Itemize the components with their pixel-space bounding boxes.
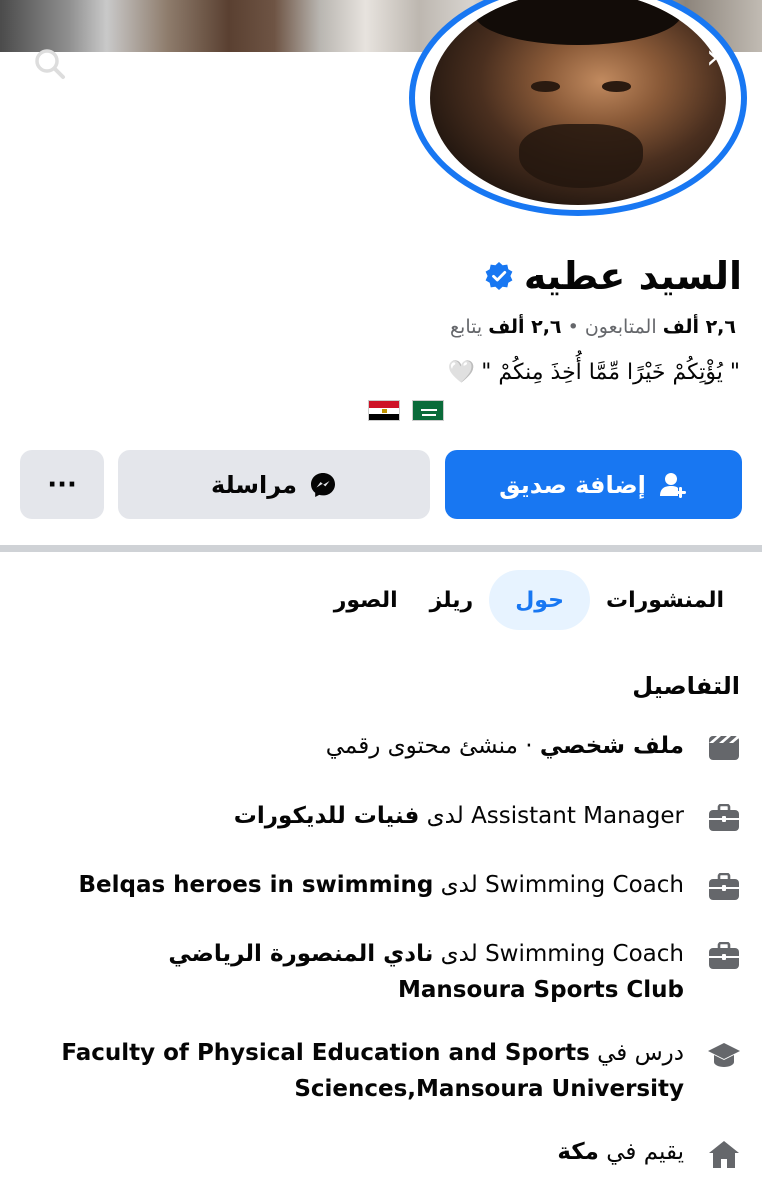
profile-type: ملف شخصي (539, 733, 684, 759)
add-friend-label: إضافة صديق (499, 470, 646, 499)
bio-emoji: 🤍 (447, 360, 476, 385)
following-count[interactable]: ٢,٦ ألف (488, 316, 561, 338)
following-label[interactable]: يتابع (450, 316, 482, 338)
tab-posts[interactable]: المنشورات (590, 570, 740, 630)
avatar (430, 0, 726, 205)
job-prep: لدى (433, 941, 486, 967)
job-role: Assistant Manager (471, 803, 684, 829)
saudi-flag-icon (412, 400, 444, 421)
briefcase-icon (706, 869, 742, 905)
home-icon (706, 1136, 742, 1172)
job-org-link[interactable]: Belqas heroes in swimming (78, 872, 433, 898)
briefcase-icon (706, 938, 742, 974)
job-role: Swimming Coach (485, 872, 684, 898)
job-org-link[interactable]: نادي المنصورة الرياضي (168, 941, 433, 967)
egypt-flag-icon (368, 400, 400, 421)
tab-about[interactable]: حول (489, 570, 590, 630)
chevron-right-icon[interactable]: › (706, 40, 720, 74)
bio-text: " يُؤْتِكُمْ خَيْرًا مِّمَّا أُخِذَ مِنك… (481, 360, 740, 385)
detail-row-education: درس في Faculty of Physical Education and… (22, 1035, 742, 1107)
profile-name: السيد عطيه (523, 254, 742, 298)
job-prep: لدى (419, 803, 472, 829)
flags (368, 400, 444, 421)
more-options-button[interactable]: ··· (20, 450, 104, 519)
add-friend-icon (659, 472, 686, 498)
education-prefix: درس في (589, 1040, 684, 1066)
graduation-cap-icon (706, 1037, 742, 1073)
briefcase-icon (706, 800, 742, 836)
page-icon (706, 730, 742, 766)
lives-in-city-link[interactable]: مكة (557, 1139, 599, 1165)
job-org-link-en[interactable]: Mansoura Sports Club (398, 977, 684, 1003)
profile-picture[interactable] (409, 0, 747, 216)
name-row: السيد عطيه (484, 254, 742, 298)
job-prep: لدى (433, 872, 486, 898)
education-school-link-2[interactable]: Sciences,Mansoura University (294, 1076, 684, 1102)
detail-row-work-3: Swimming Coach لدى نادي المنصورة الرياضي… (22, 936, 742, 1008)
lives-in-prefix: يقيم في (598, 1139, 684, 1165)
profile-category: · منشئ محتوى رقمي (325, 733, 540, 759)
add-friend-button[interactable]: إضافة صديق (445, 450, 742, 519)
followers-label[interactable]: المتابعون (585, 316, 657, 338)
education-school-link[interactable]: Faculty of Physical Education and Sports (61, 1040, 589, 1066)
verified-badge-icon (485, 262, 513, 290)
details-title: التفاصيل (632, 672, 740, 700)
tab-photos[interactable]: الصور (318, 570, 414, 630)
detail-row-lives-in: يقيم في مكة (22, 1134, 742, 1172)
detail-row-profile: ملف شخصي · منشئ محتوى رقمي (22, 728, 742, 766)
messenger-icon (310, 472, 335, 497)
followers-count[interactable]: ٢,٦ ألف (663, 316, 736, 338)
search-icon[interactable] (28, 42, 72, 86)
detail-row-work-1: Assistant Manager لدى فنيات للديكورات (22, 798, 742, 836)
bio: " يُؤْتِكُمْ خَيْرًا مِّمَّا أُخِذَ مِنك… (448, 360, 740, 385)
job-role: Swimming Coach (485, 941, 684, 967)
job-org-link[interactable]: فنيات للديكورات (234, 803, 420, 829)
message-button[interactable]: مراسلة (118, 450, 430, 519)
detail-row-work-2: Swimming Coach لدى Belqas heroes in swim… (22, 867, 742, 905)
profile-tabs: المنشورات حول ريلز الصور (318, 570, 740, 630)
section-divider (0, 545, 762, 552)
message-label: مراسلة (211, 470, 297, 499)
tab-reels[interactable]: ريلز (414, 570, 490, 630)
follow-stats: ٢,٦ ألف المتابعون • ٢,٦ ألف يتابع (450, 316, 736, 338)
stats-separator: • (567, 316, 579, 338)
